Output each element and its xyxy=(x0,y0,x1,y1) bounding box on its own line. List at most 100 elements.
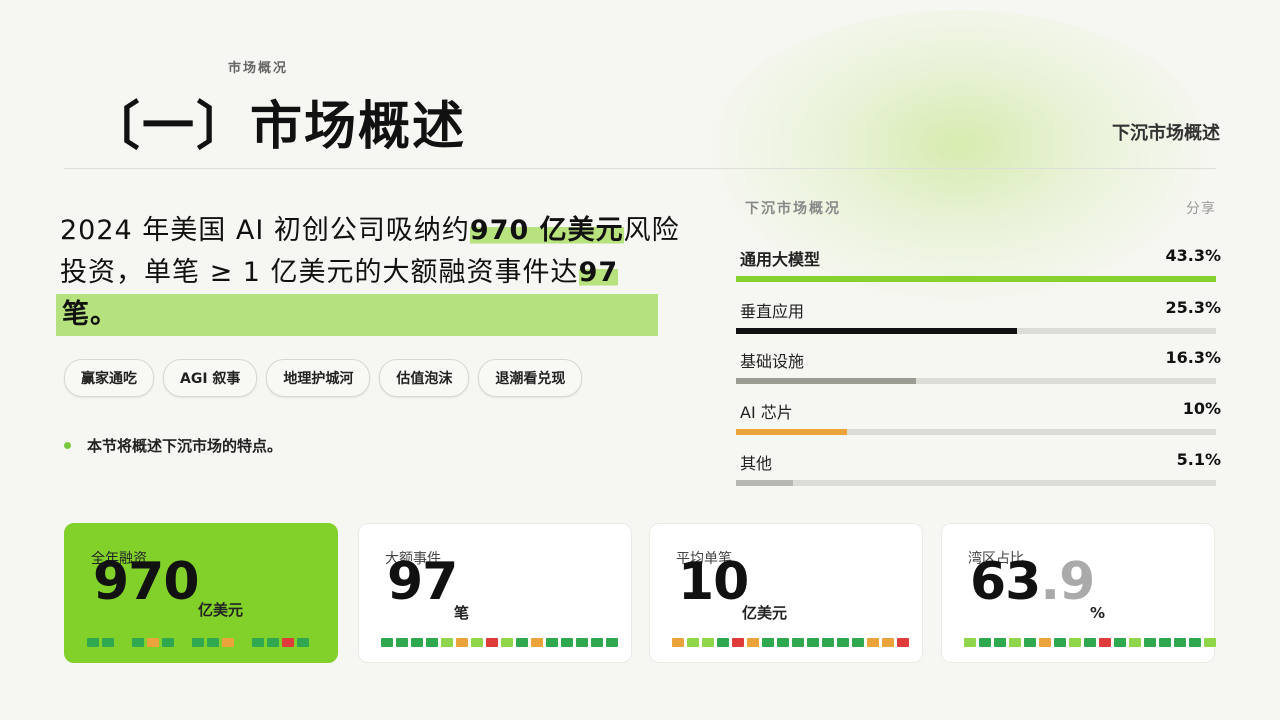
status-block xyxy=(501,638,513,647)
stat-card: 全年融资 970 亿美元 xyxy=(64,523,338,663)
share-link[interactable]: 分享 xyxy=(1186,198,1216,218)
status-block xyxy=(1159,638,1171,647)
status-block xyxy=(1189,638,1201,647)
tag-chip[interactable]: 退潮看兑现 xyxy=(478,359,583,397)
headline-highlight-unit: 笔。 xyxy=(56,294,658,336)
stat-card: 大额事件 97 笔 xyxy=(358,523,632,663)
status-strip xyxy=(672,638,909,647)
status-block xyxy=(1069,638,1081,647)
tag-chip[interactable]: 地理护城河 xyxy=(266,359,371,397)
status-block xyxy=(576,638,588,647)
breakdown-track xyxy=(736,429,1216,435)
breakdown-value: 10% xyxy=(1182,399,1221,418)
stat-number-main: 10 xyxy=(678,552,749,612)
stat-card: 平均单笔 10 亿美元 xyxy=(649,523,923,663)
status-block xyxy=(561,638,573,647)
status-strip xyxy=(381,638,618,647)
page-title: 〔一〕市场概述 xyxy=(88,97,467,157)
status-strip xyxy=(964,638,1216,647)
status-block xyxy=(1174,638,1186,647)
status-block xyxy=(1099,638,1111,647)
status-block xyxy=(192,638,204,647)
status-block xyxy=(441,638,453,647)
status-block xyxy=(606,638,618,647)
stat-number-decimal: .9 xyxy=(1040,552,1095,612)
bullet-dot-icon xyxy=(64,442,71,449)
headline-part1: 2024 年美国 AI 初创公司吸纳约 xyxy=(60,215,470,246)
breakdown-label: AI 芯片 xyxy=(740,403,793,422)
section-note: 本节将概述下沉市场的特点。 xyxy=(64,435,282,456)
tag-chip[interactable]: AGI 叙事 xyxy=(163,359,258,397)
headline-highlight-count: 97 xyxy=(578,257,619,288)
stat-number: 97 xyxy=(387,552,458,612)
status-block xyxy=(297,638,309,647)
status-block xyxy=(687,638,699,647)
market-breakdown-panel: 下沉市场概况 分享 通用大模型 43.3% 垂直应用 25.3% 基础设施 16.3% AI… xyxy=(736,198,1221,486)
status-block xyxy=(237,638,249,647)
breakdown-track xyxy=(736,276,1216,282)
status-block xyxy=(102,638,114,647)
status-block xyxy=(852,638,864,647)
eyebrow-label: 市场概况 xyxy=(228,61,289,76)
status-block xyxy=(486,638,498,647)
stat-number: 10 xyxy=(678,552,749,612)
status-block xyxy=(267,638,279,647)
status-block xyxy=(747,638,759,647)
status-block xyxy=(792,638,804,647)
status-block xyxy=(381,638,393,647)
breakdown-value: 5.1% xyxy=(1176,450,1221,469)
headline-highlight-amount: 970 亿美元 xyxy=(469,215,624,246)
status-block xyxy=(994,638,1006,647)
status-block xyxy=(979,638,991,647)
status-block xyxy=(1039,638,1051,647)
section-label: 下沉市场概述 xyxy=(1112,123,1220,144)
status-block xyxy=(546,638,558,647)
breakdown-bar xyxy=(736,328,1017,334)
breakdown-bar xyxy=(736,276,1216,282)
status-block xyxy=(471,638,483,647)
stat-number-main: 63 xyxy=(970,552,1041,612)
headline-text: 2024 年美国 AI 初创公司吸纳约970 亿美元风险投资，单笔 ≥ 1 亿美… xyxy=(56,210,700,336)
status-block xyxy=(672,638,684,647)
stat-card: 湾区占比 63.9% xyxy=(941,523,1216,663)
stat-unit: 笔 xyxy=(454,604,470,622)
status-block xyxy=(1084,638,1096,647)
status-block xyxy=(252,638,264,647)
tag-chip[interactable]: 估值泡沫 xyxy=(379,359,470,397)
tag-chip[interactable]: 赢家通吃 xyxy=(64,359,154,397)
stat-number-main: 970 xyxy=(93,552,200,612)
status-block xyxy=(732,638,744,647)
stat-unit: % xyxy=(1090,604,1106,622)
status-block xyxy=(1009,638,1021,647)
tag-list: 赢家通吃 AGI 叙事 地理护城河 估值泡沫 退潮看兑现 xyxy=(64,359,583,397)
status-block xyxy=(426,638,438,647)
breakdown-label: 通用大模型 xyxy=(740,250,821,269)
stat-number-main: 97 xyxy=(387,552,458,612)
status-block xyxy=(87,638,99,647)
stat-unit: 亿美元 xyxy=(742,604,788,622)
status-block xyxy=(964,638,976,647)
breakdown-title: 下沉市场概况 xyxy=(745,201,841,217)
status-block xyxy=(717,638,729,647)
status-block xyxy=(162,638,174,647)
status-block xyxy=(456,638,468,647)
status-block xyxy=(591,638,603,647)
status-block xyxy=(282,638,294,647)
status-block xyxy=(837,638,849,647)
stat-number: 63.9 xyxy=(970,552,1095,612)
status-block xyxy=(396,638,408,647)
status-block xyxy=(177,638,189,647)
breakdown-track xyxy=(736,328,1216,334)
breakdown-bar xyxy=(736,429,847,435)
status-block xyxy=(762,638,774,647)
stat-number: 970 xyxy=(93,552,200,612)
status-block xyxy=(1054,638,1066,647)
status-block xyxy=(411,638,423,647)
status-block xyxy=(777,638,789,647)
status-block xyxy=(222,638,234,647)
status-block xyxy=(1204,638,1216,647)
status-block xyxy=(1024,638,1036,647)
breakdown-bar xyxy=(736,378,917,384)
header-divider xyxy=(64,168,1216,169)
stat-unit: 亿美元 xyxy=(198,601,244,619)
